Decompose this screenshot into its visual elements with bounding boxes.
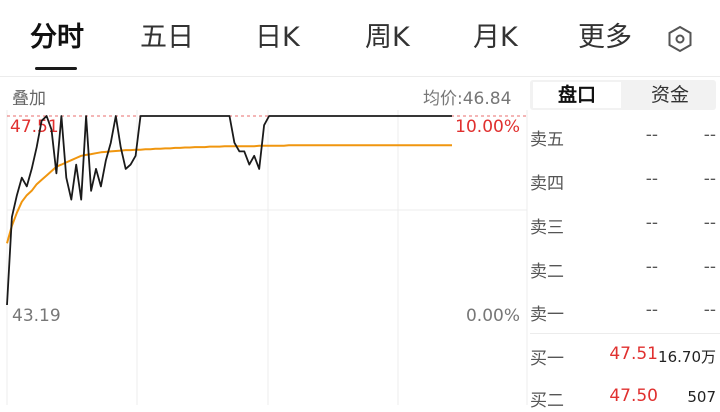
active-tab-indicator [35, 67, 77, 70]
ask-row-1: 卖一 -- -- [530, 296, 720, 326]
intraday-chart[interactable] [0, 110, 528, 405]
bid-row-1: 买一 47.51 16.70万 [530, 340, 720, 370]
ask-price: -- [645, 169, 658, 189]
ask-price: -- [645, 125, 658, 145]
tab-monthly-k[interactable]: 月K [473, 18, 518, 58]
bid-price: 47.51 [609, 344, 658, 364]
ask-label: 卖四 [530, 174, 564, 194]
ask-label: 卖三 [530, 218, 564, 238]
ask-row-4: 卖四 -- -- [530, 165, 720, 195]
bid-label: 买二 [530, 391, 564, 411]
tab-five-day[interactable]: 五日 [140, 18, 194, 58]
bid-price: 47.50 [609, 386, 658, 406]
header-divider [0, 76, 720, 77]
ask-label: 卖五 [530, 130, 564, 150]
order-book-segmented-control: 盘口 资金 [530, 80, 716, 110]
ask-price: -- [645, 213, 658, 233]
settings-icon[interactable] [665, 24, 695, 54]
ask-label: 卖二 [530, 262, 564, 282]
avg-price-readout: 均价:46.84 [423, 89, 512, 109]
tab-order-book[interactable]: 盘口 [533, 82, 621, 108]
tab-daily-k[interactable]: 日K [255, 18, 300, 58]
tab-capital-flow[interactable]: 资金 [626, 82, 714, 108]
ask-volume: -- [703, 125, 716, 145]
ask-volume: -- [703, 169, 716, 189]
bid-volume: 507 [687, 388, 716, 406]
ask-volume: -- [703, 300, 716, 320]
ask-row-2: 卖二 -- -- [530, 253, 720, 283]
tab-more[interactable]: 更多 [578, 18, 632, 58]
ask-row-5: 卖五 -- -- [530, 121, 720, 151]
avg-price-line [6, 144, 452, 244]
ask-row-3: 卖三 -- -- [530, 209, 720, 239]
overlay-button[interactable]: 叠加 [12, 84, 46, 109]
bid-volume: 16.70万 [658, 348, 716, 366]
ask-volume: -- [703, 213, 716, 233]
tab-intraday[interactable]: 分时 [30, 18, 84, 58]
ask-label: 卖一 [530, 305, 564, 325]
ask-volume: -- [703, 257, 716, 277]
tab-weekly-k[interactable]: 周K [365, 18, 410, 58]
bid-label: 买一 [530, 349, 564, 369]
period-tabs: 分时 五日 日K 周K 月K 更多 [0, 0, 720, 72]
ask-price: -- [645, 257, 658, 277]
order-book-divider [530, 333, 720, 334]
ask-price: -- [645, 300, 658, 320]
bid-row-2: 买二 47.50 507 [530, 382, 720, 412]
